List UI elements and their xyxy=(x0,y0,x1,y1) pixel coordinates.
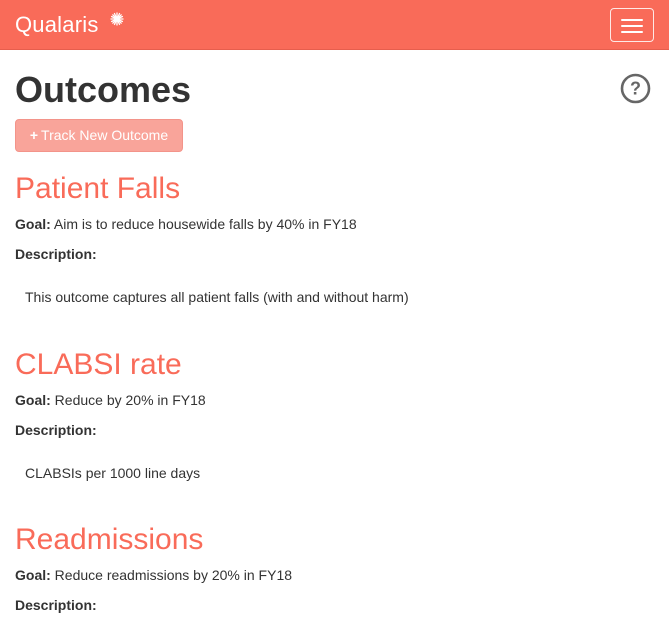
track-new-outcome-label: Track New Outcome xyxy=(41,127,169,143)
outcome-goal: Goal: Reduce readmissions by 20% in FY18 xyxy=(15,565,655,585)
hamburger-bar xyxy=(621,25,643,27)
svg-text:?: ? xyxy=(630,79,641,99)
goal-text: Aim is to reduce housewide falls by 40% … xyxy=(53,216,357,232)
question-circle-icon[interactable]: ? xyxy=(620,73,651,104)
description-label: Description: xyxy=(15,246,97,262)
brand-name[interactable]: Qualaris xyxy=(15,11,99,39)
outcome-title[interactable]: Patient Falls xyxy=(15,171,655,207)
goal-label: Goal: xyxy=(15,567,51,583)
plus-icon: + xyxy=(29,127,39,143)
sunburst-icon xyxy=(110,12,124,26)
page-title: Outcomes xyxy=(15,69,192,110)
outcome-title[interactable]: Readmissions xyxy=(15,522,655,558)
menu-toggle-button[interactable] xyxy=(610,8,654,42)
description-label: Description: xyxy=(15,597,97,613)
track-new-outcome-button[interactable]: + Track New Outcome xyxy=(15,119,183,152)
goal-label: Goal: xyxy=(15,392,51,408)
goal-label: Goal: xyxy=(15,216,51,232)
description-label: Description: xyxy=(15,422,97,438)
top-navbar: Qualaris xyxy=(0,0,669,50)
goal-text: Reduce by 20% in FY18 xyxy=(54,392,206,408)
outcome-card: Readmissions Goal: Reduce readmissions b… xyxy=(15,522,655,615)
description-text: CLABSIs per 1000 line days xyxy=(25,465,201,481)
outcome-goal: Goal: Aim is to reduce housewide falls b… xyxy=(15,214,655,234)
goal-text: Reduce readmissions by 20% in FY18 xyxy=(54,567,293,583)
outcome-card: Patient Falls Goal: Aim is to reduce hou… xyxy=(15,171,655,307)
outcome-title[interactable]: CLABSI rate xyxy=(15,347,655,383)
outcome-card: CLABSI rate Goal: Reduce by 20% in FY18 … xyxy=(15,347,655,483)
hamburger-bar xyxy=(621,31,643,33)
outcome-goal: Goal: Reduce by 20% in FY18 xyxy=(15,390,655,410)
hamburger-menu-icon xyxy=(621,19,643,21)
description-text: This outcome captures all patient falls … xyxy=(25,289,409,305)
